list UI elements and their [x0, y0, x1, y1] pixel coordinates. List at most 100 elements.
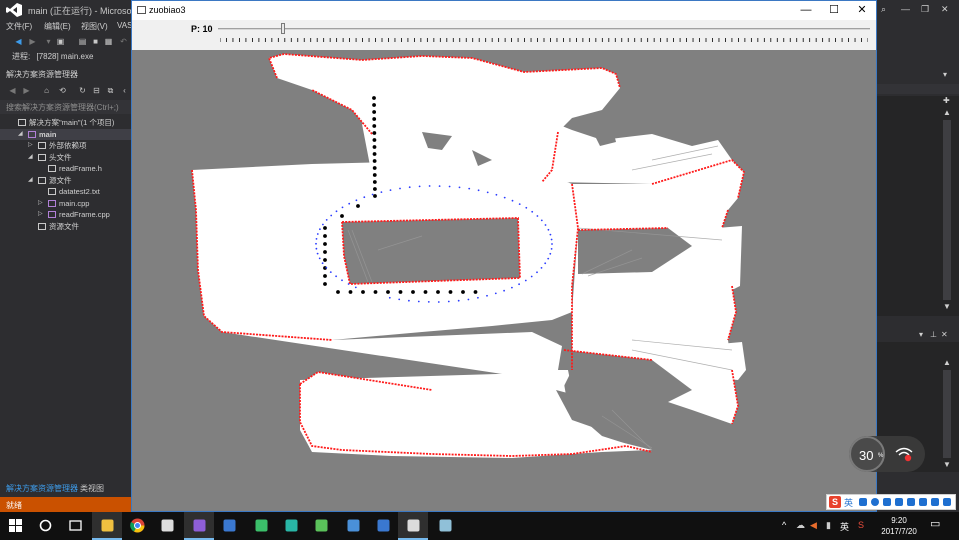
taskbar-button[interactable]: [246, 512, 276, 540]
expanded-arrow-icon[interactable]: ◢: [28, 175, 33, 186]
network-widget[interactable]: 30 %: [849, 436, 925, 472]
app-store-icon: [376, 518, 391, 533]
sogou-logo-icon[interactable]: S: [829, 496, 841, 508]
scrollbar[interactable]: [943, 120, 951, 300]
save-all-icon[interactable]: ▦: [104, 37, 113, 46]
forward-icon[interactable]: ▶: [22, 86, 31, 95]
new-project-icon[interactable]: ▣: [56, 37, 65, 46]
save-icon[interactable]: ■: [91, 37, 100, 46]
forward-icon[interactable]: ▶: [28, 37, 37, 46]
collapsed-arrow-icon[interactable]: ▷: [38, 209, 43, 220]
menu-file[interactable]: 文件(F): [6, 21, 32, 32]
minimize-button[interactable]: —: [792, 3, 820, 18]
scroll-down-icon[interactable]: ▼: [943, 460, 951, 469]
taskbar-button[interactable]: [276, 512, 306, 540]
toolbox-icon[interactable]: [931, 498, 939, 506]
taskbar-button[interactable]: [0, 512, 30, 540]
taskbar-button[interactable]: [92, 512, 122, 540]
moon-icon[interactable]: [859, 498, 867, 506]
scroll-down-icon[interactable]: ▼: [943, 302, 951, 311]
refresh-icon[interactable]: ↻: [78, 86, 87, 95]
chrome-icon: [130, 518, 145, 533]
tree-item[interactable]: ▷ main.cpp: [0, 198, 131, 210]
taskbar-button[interactable]: [306, 512, 336, 540]
trackbar-thumb[interactable]: [281, 23, 286, 34]
taskbar-button[interactable]: [122, 512, 152, 540]
search-icon[interactable]: ⌕: [881, 4, 886, 15]
tab-class-view[interactable]: 类视图: [80, 483, 104, 494]
taskbar-button[interactable]: [184, 512, 214, 540]
ime-language[interactable]: 英: [844, 496, 853, 509]
keyboard-icon[interactable]: [895, 498, 903, 506]
taskbar-button[interactable]: [214, 512, 244, 540]
microphone-icon[interactable]: [883, 498, 891, 506]
properties-icon[interactable]: ‹: [120, 86, 129, 95]
back-icon[interactable]: ◀: [8, 86, 17, 95]
close-button[interactable]: ✕: [848, 3, 876, 18]
solution-search-input[interactable]: 搜索解决方案资源管理器(Ctrl+;): [0, 100, 131, 114]
expanded-arrow-icon[interactable]: ◢: [18, 129, 23, 140]
collapse-icon[interactable]: ⊟: [92, 86, 101, 95]
menu-view[interactable]: 视图(V): [81, 21, 108, 32]
back-icon[interactable]: ◀: [14, 37, 23, 46]
tree-item[interactable]: datatest2.txt: [0, 186, 131, 198]
scroll-up-icon[interactable]: ▲: [943, 358, 951, 367]
folder-icon: [38, 222, 46, 230]
trackbar-panel: P: 10: [132, 20, 876, 50]
tree-item[interactable]: ▷ readFrame.cpp: [0, 209, 131, 221]
tree-item[interactable]: ▷ 外部依赖项: [0, 140, 131, 152]
tree-item[interactable]: ◢ main: [0, 128, 131, 140]
tree-item[interactable]: 资源文件: [0, 221, 131, 233]
pin-icon[interactable]: ⊥: [930, 330, 937, 339]
tray-expand-icon[interactable]: ^: [782, 520, 786, 530]
scrollbar[interactable]: [943, 370, 951, 458]
tab-solution-explorer[interactable]: 解决方案资源管理器: [6, 483, 78, 494]
tree-item[interactable]: ◢ 头文件: [0, 152, 131, 164]
path-point: [340, 214, 344, 218]
tray-lang[interactable]: 英: [840, 520, 849, 533]
cloud-icon[interactable]: ☁: [796, 520, 805, 531]
taskbar-button[interactable]: [368, 512, 398, 540]
sync-icon[interactable]: ⟲: [58, 86, 67, 95]
dropdown-arrow-icon[interactable]: ▾: [44, 37, 53, 46]
close-icon[interactable]: ✕: [941, 330, 948, 339]
taskbar-button[interactable]: [152, 512, 182, 540]
tray-app-icon[interactable]: ◀: [810, 520, 817, 531]
volume-icon[interactable]: ▮: [826, 520, 831, 531]
open-icon[interactable]: ▤: [78, 37, 87, 46]
minimize-icon[interactable]: —: [901, 4, 910, 14]
path-point-blue: [408, 186, 411, 189]
show-all-icon[interactable]: ⧉: [106, 86, 115, 95]
taskbar-button[interactable]: [60, 512, 90, 540]
pin-icon[interactable]: ✚: [943, 96, 950, 105]
tree-item[interactable]: ◢ 源文件: [0, 175, 131, 187]
panel-menu-icon[interactable]: ▾: [943, 70, 947, 79]
taskbar-button[interactable]: [430, 512, 460, 540]
sogou-tray-icon[interactable]: S: [858, 520, 864, 530]
close-icon[interactable]: ✕: [941, 4, 949, 15]
punctuation-icon[interactable]: [871, 498, 879, 506]
maximize-button[interactable]: ☐: [820, 3, 848, 18]
collapsed-arrow-icon[interactable]: ▷: [38, 198, 43, 209]
notification-icon[interactable]: ▭: [930, 517, 940, 530]
scroll-up-icon[interactable]: ▲: [943, 108, 951, 117]
taskbar-button[interactable]: [30, 512, 60, 540]
trackbar-track[interactable]: [218, 28, 870, 30]
restore-icon[interactable]: ❐: [921, 4, 929, 15]
tree-item[interactable]: 解决方案"main"(1 个项目): [0, 117, 131, 129]
expanded-arrow-icon[interactable]: ◢: [28, 152, 33, 163]
collapsed-arrow-icon[interactable]: ▷: [28, 140, 33, 151]
user-icon[interactable]: [907, 498, 915, 506]
undo-icon[interactable]: ↶: [119, 37, 128, 46]
file-explorer-icon: [100, 518, 115, 533]
home-icon[interactable]: ⌂: [42, 86, 51, 95]
clock[interactable]: 9:20 2017/7/20: [880, 515, 918, 537]
menu-edit[interactable]: 编辑(E): [44, 21, 71, 32]
wrench-icon[interactable]: [943, 498, 951, 506]
taskbar-button[interactable]: [338, 512, 368, 540]
tree-item[interactable]: readFrame.h: [0, 163, 131, 175]
process-selector[interactable]: 进程: [7828] main.exe: [0, 51, 131, 65]
dropdown-icon[interactable]: ▾: [919, 330, 923, 339]
taskbar-button[interactable]: [398, 512, 428, 540]
skin-icon[interactable]: [919, 498, 927, 506]
